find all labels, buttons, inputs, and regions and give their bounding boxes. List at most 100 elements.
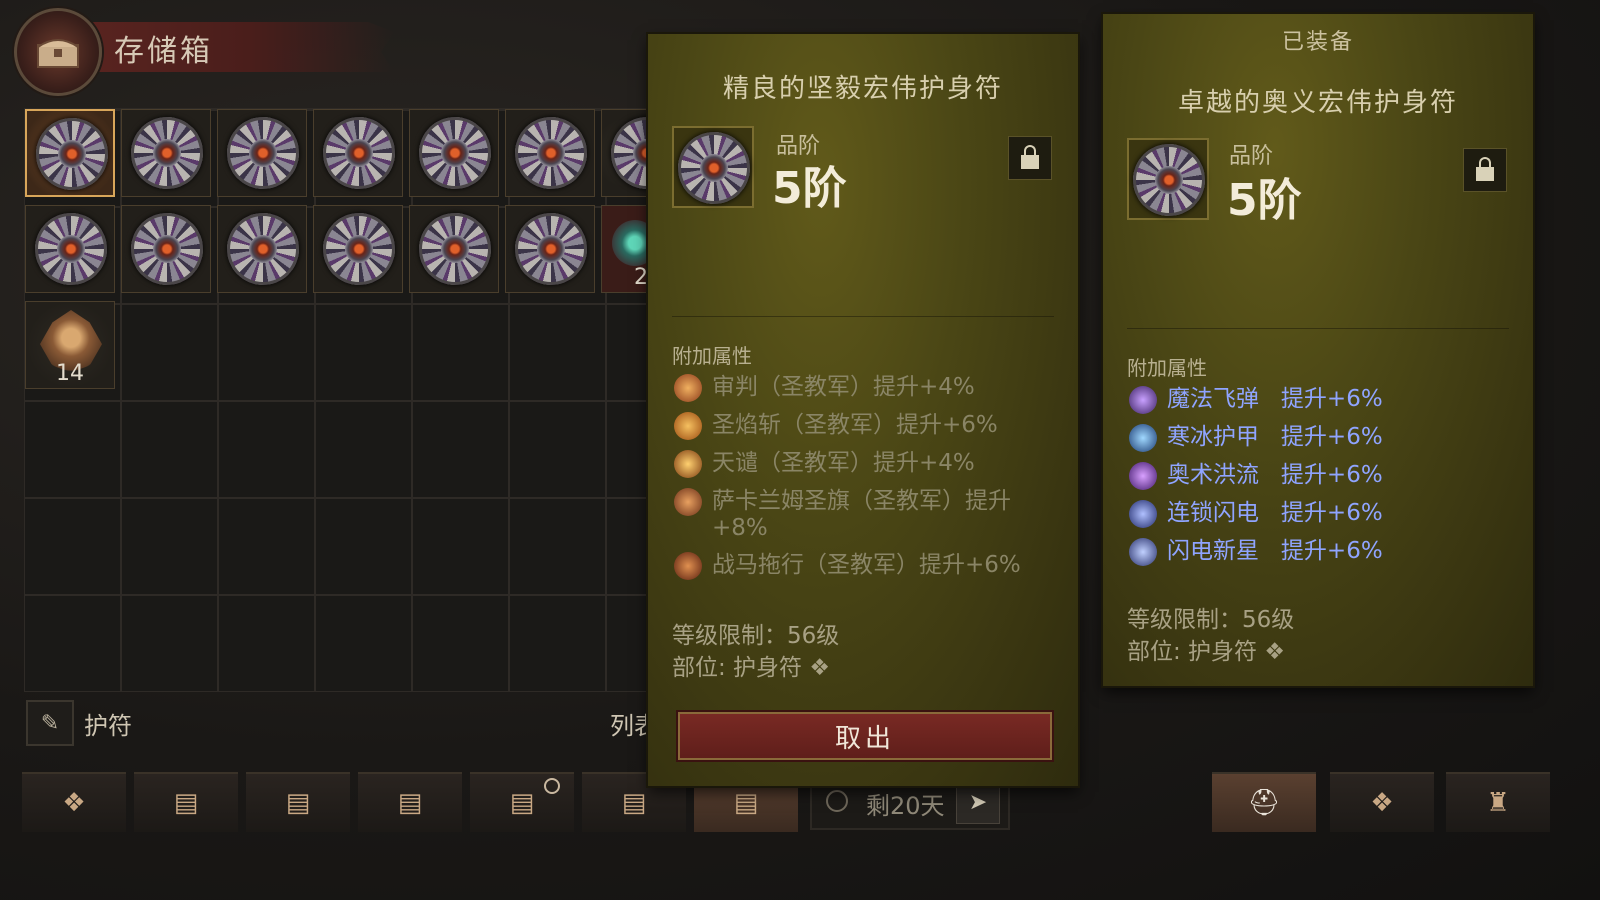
chest-icon: ▤: [733, 788, 759, 818]
affix-row: 连锁闪电 提升+6%: [1129, 500, 1383, 528]
amulet-icon: [515, 213, 587, 285]
tab-bag[interactable]: ♜: [1446, 772, 1550, 832]
clock-icon: [544, 778, 560, 794]
divider: [672, 316, 1054, 317]
amulet-icon: [419, 117, 491, 189]
arcane-torrent-icon: [1129, 462, 1157, 490]
affix-row: 审判（圣教军）提升+4%: [674, 374, 975, 402]
tab-equipment[interactable]: ⛑: [1212, 772, 1316, 832]
inventory-slot[interactable]: [313, 205, 403, 293]
inventory-slot[interactable]: [313, 109, 403, 197]
charm-icon: ❖: [1370, 788, 1394, 818]
affix-section-label: 附加属性: [672, 344, 752, 368]
inventory-slot[interactable]: [505, 109, 595, 197]
chest-icon: ▤: [173, 788, 199, 818]
timer-text: 剩20天: [866, 792, 945, 820]
page-title: 存储箱: [114, 34, 213, 69]
level-requirement: 等级限制：56级: [672, 623, 840, 649]
inventory-slot[interactable]: [217, 205, 307, 293]
slot-diamond-icon: ❖: [809, 655, 830, 681]
equipped-item-icon: [1127, 138, 1209, 220]
storage-header: 存储箱: [14, 8, 394, 96]
tab-charm-right[interactable]: ❖: [1330, 772, 1434, 832]
inventory-slot[interactable]: [601, 109, 683, 197]
inventory-grid: 2 14: [24, 108, 683, 692]
equipped-tooltip: 已装备 卓越的奥义宏伟护身符 品阶 5阶 附加属性 魔法飞弹 提升+6% 寒冰护…: [1103, 14, 1533, 686]
rank-value: 5阶: [772, 163, 847, 214]
level-requirement: 等级限制：56级: [1127, 607, 1295, 633]
affix-row: 奥术洪流 提升+6%: [1129, 462, 1383, 490]
slot-diamond-icon: ❖: [1264, 639, 1285, 665]
affix-row: 天谴（圣教军）提升+4%: [674, 450, 975, 478]
tab-chest-2[interactable]: ▤: [246, 772, 350, 832]
amulet-icon: [35, 213, 107, 285]
affix-row: 魔法飞弹 提升+6%: [1129, 386, 1383, 414]
take-out-button[interactable]: 取出: [676, 710, 1054, 762]
feather-icon: ✎: [40, 710, 60, 736]
chain-lightning-icon: [1129, 500, 1157, 528]
tab-chest-1[interactable]: ▤: [134, 772, 238, 832]
chest-icon: ▤: [509, 788, 535, 818]
tab-chest-3[interactable]: ▤: [358, 772, 462, 832]
helmet-icon: ⛑: [1247, 788, 1281, 818]
send-icon: ➤: [968, 789, 988, 815]
item-count: 2: [634, 265, 648, 290]
charm-icon: ❖: [62, 788, 86, 818]
chest-icon: [14, 8, 102, 96]
inventory-slot[interactable]: [25, 205, 115, 293]
magic-missile-icon: [1129, 386, 1157, 414]
amulet-icon: [323, 117, 395, 189]
affix-section-label: 附加属性: [1127, 356, 1207, 380]
inventory-slot[interactable]: 2: [601, 205, 658, 293]
chest-icon: ▤: [285, 788, 311, 818]
amulet-icon: [323, 213, 395, 285]
equipped-header: 已装备: [1281, 30, 1354, 55]
frost-armor-icon: [1129, 424, 1157, 452]
category-button[interactable]: ✎: [26, 700, 74, 746]
lock-icon: [1021, 145, 1039, 169]
amulet-icon: [1133, 144, 1205, 216]
affix-row: 寒冰护甲 提升+6%: [1129, 424, 1383, 452]
affix-row: 闪电新星 提升+6%: [1129, 538, 1383, 566]
item-name: 精良的坚毅宏伟护身符: [722, 74, 1003, 104]
divider: [1127, 328, 1509, 329]
amulet-icon: [131, 213, 203, 285]
inventory-slot[interactable]: 14: [25, 301, 115, 389]
slot-info: 部位: 护身符 ❖: [672, 655, 830, 681]
inventory-slot[interactable]: [25, 109, 115, 197]
tab-charm[interactable]: ❖: [22, 772, 126, 832]
inventory-slot[interactable]: [217, 109, 307, 197]
affix-row: 圣焰斩（圣教军）提升+6%: [674, 412, 998, 440]
affix-row: 战马拖行（圣教军）提升+6%: [674, 552, 1021, 580]
item-count: 14: [56, 361, 84, 386]
chest-icon: ▤: [621, 788, 647, 818]
amulet-icon: [419, 213, 491, 285]
judgment-icon: [674, 374, 702, 402]
inventory-slot[interactable]: [409, 109, 499, 197]
lightning-nova-icon: [1129, 538, 1157, 566]
rank-value: 5阶: [1227, 175, 1302, 226]
amulet-icon: [227, 117, 299, 189]
category-label: 护符: [84, 712, 132, 740]
inventory-slot[interactable]: [121, 205, 211, 293]
lock-icon: [1476, 157, 1494, 181]
heavens-fury-icon: [674, 450, 702, 478]
clock-icon: [826, 790, 848, 812]
inventory-slot[interactable]: [505, 205, 595, 293]
bag-icon: ♜: [1486, 788, 1510, 818]
amulet-icon: [515, 117, 587, 189]
chest-icon: ▤: [397, 788, 423, 818]
lock-button[interactable]: [1008, 136, 1052, 180]
blessed-shield-icon: [674, 412, 702, 440]
item-icon: [672, 126, 754, 208]
inventory-slot[interactable]: [121, 109, 211, 197]
banner-icon: [674, 488, 702, 516]
tab-chest-4[interactable]: ▤: [470, 772, 574, 832]
send-button[interactable]: ➤: [956, 780, 1000, 824]
item-tooltip: 精良的坚毅宏伟护身符 品阶 5阶 附加属性 审判（圣教军）提升+4% 圣焰斩（圣…: [648, 34, 1078, 786]
amulet-icon: [678, 132, 750, 204]
lock-button[interactable]: [1463, 148, 1507, 192]
equipped-item-name: 卓越的奥义宏伟护身符: [1177, 88, 1458, 118]
inventory-slot[interactable]: [409, 205, 499, 293]
slot-info: 部位: 护身符 ❖: [1127, 639, 1285, 665]
